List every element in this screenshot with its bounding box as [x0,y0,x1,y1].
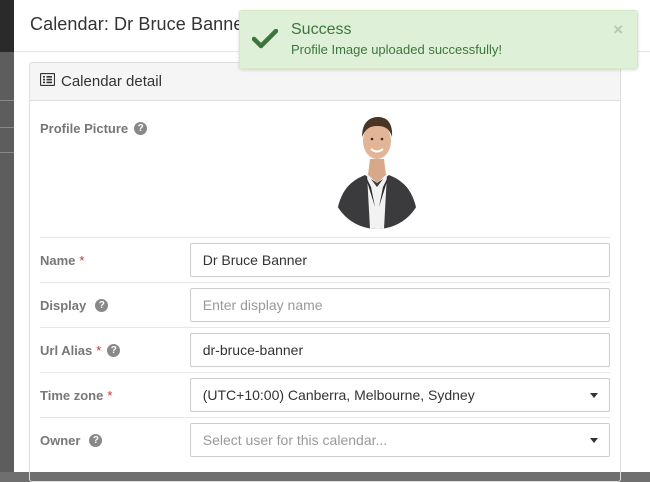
panel-body: Profile Picture ? Name * Dr Bruce Banner… [30,101,620,462]
question-circle-icon[interactable]: ? [107,343,121,357]
background-divider [0,152,14,153]
profile-picture-label-group: Profile Picture ? [40,101,190,136]
modal-body: Calendar detail Profile Picture ? Name *… [14,52,650,482]
background-divider [0,100,14,101]
name-input[interactable]: Dr Bruce Banner [189,243,610,277]
display-input[interactable]: Enter display name [189,288,610,322]
panel-heading-text: Calendar detail [61,73,162,90]
display-label-group: Display ? [40,298,190,313]
url-alias-row: Url Alias * ? dr-bruce-banner [40,327,610,372]
url-alias-input[interactable]: dr-bruce-banner [189,333,610,367]
profile-picture-label: Profile Picture [40,121,129,136]
required-marker: * [107,387,113,403]
caret-down-icon [590,437,598,443]
url-alias-label: Url Alias [40,342,93,358]
avatar-container [190,101,610,229]
url-alias-control: dr-bruce-banner [189,333,610,367]
time-zone-label-group: Time zone * [40,388,190,403]
owner-control: Select user for this calendar... [189,423,610,457]
owner-select[interactable]: Select user for this calendar... [189,423,610,457]
profile-picture-row: Profile Picture ? [40,101,610,237]
display-row: Display ? Enter display name [40,282,610,327]
checkmark-icon [251,28,279,54]
name-label-group: Name * [40,253,190,268]
profile-avatar[interactable] [330,111,423,229]
required-marker: * [96,342,102,358]
name-control: Dr Bruce Banner [189,243,610,277]
modal-title: Calendar: Dr Bruce Banner [30,14,250,34]
close-icon[interactable]: × [613,20,623,40]
success-toast: Success Profile Image uploaded successfu… [239,10,638,69]
time-zone-value: (UTC+10:00) Canberra, Melbourne, Sydney [202,387,475,403]
background-divider [0,127,14,128]
background-page [0,0,14,472]
display-label: Display [40,297,87,313]
display-control: Enter display name [189,288,610,322]
owner-row: Owner ? Select user for this calendar... [40,417,610,462]
time-zone-row: Time zone * (UTC+10:00) Canberra, Melbou… [40,372,610,417]
name-label: Name [40,252,76,268]
owner-label: Owner [40,432,81,448]
url-alias-label-group: Url Alias * ? [40,343,190,358]
calendar-detail-panel: Calendar detail Profile Picture ? Name *… [29,62,621,482]
toast-title: Success [291,21,352,38]
name-row: Name * Dr Bruce Banner [40,237,610,282]
toast-message: Profile Image uploaded successfully! [291,42,503,57]
time-zone-select[interactable]: (UTC+10:00) Canberra, Melbourne, Sydney [189,378,610,412]
list-icon [39,72,56,90]
owner-placeholder: Select user for this calendar... [202,432,388,448]
time-zone-control: (UTC+10:00) Canberra, Melbourne, Sydney [189,378,610,412]
question-circle-icon[interactable]: ? [95,298,109,312]
owner-label-group: Owner ? [40,433,190,448]
question-circle-icon[interactable]: ? [134,122,148,135]
required-marker: * [79,252,85,268]
question-circle-icon[interactable]: ? [89,433,103,447]
calendar-modal: Calendar: Dr Bruce Banner Calendar detai… [14,0,650,482]
background-navbar [0,0,14,52]
caret-down-icon [590,392,598,398]
time-zone-label: Time zone [40,387,104,403]
